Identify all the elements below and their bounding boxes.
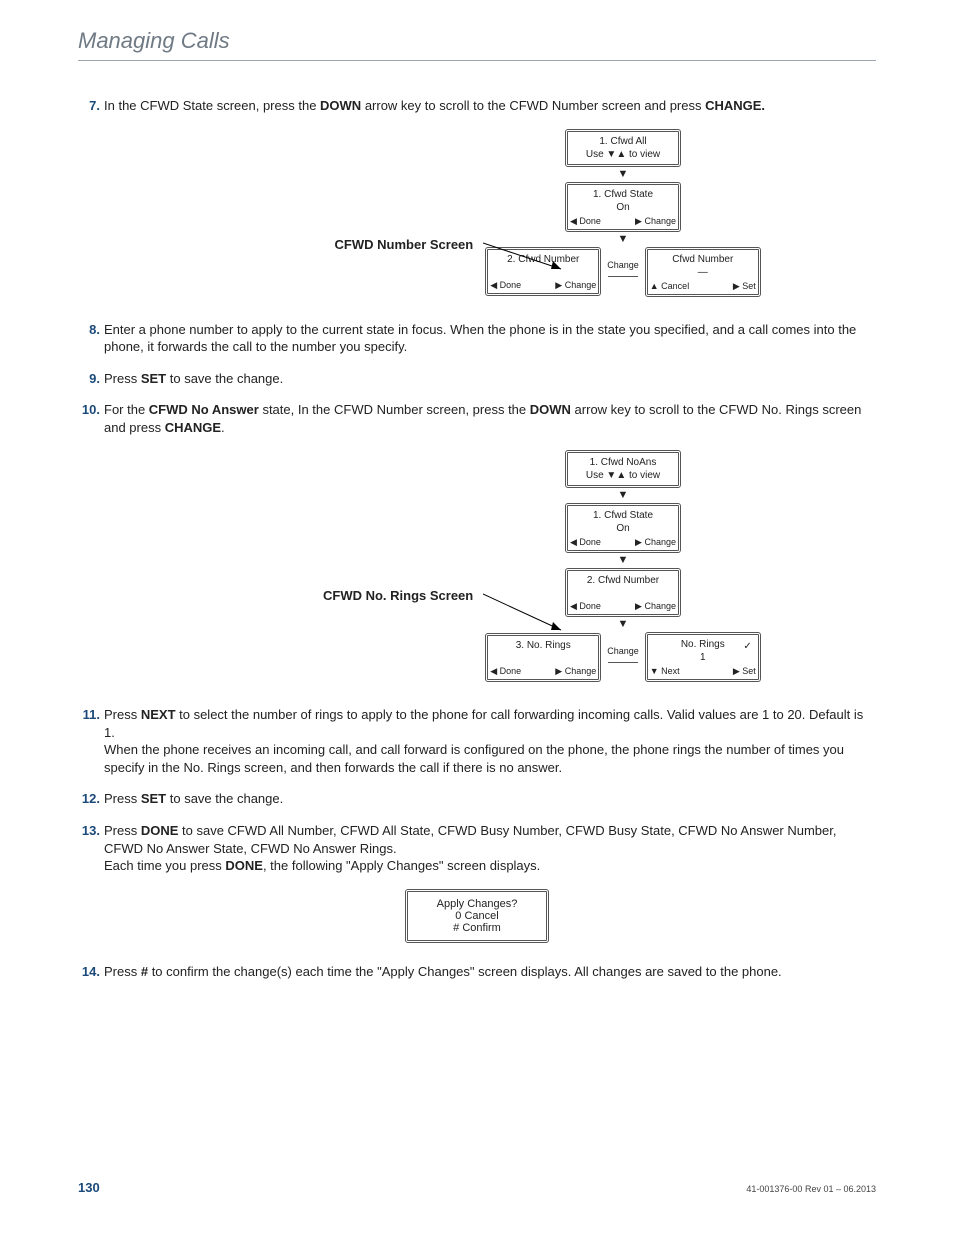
screen-cfwd-state: 1. Cfwd State On ◀ Done▶ Change [565, 503, 681, 553]
screen-cfwd-number: 2. Cfwd Number ◀ Done▶ Change [565, 568, 681, 617]
check-icon: ✓ [743, 641, 751, 652]
screen-apply-changes: Apply Changes? 0 Cancel # Confirm [405, 889, 549, 943]
change-label: Change [601, 646, 645, 656]
step-7: 7. In the CFWD State screen, press the D… [78, 97, 876, 115]
diagram-cfwd-number: CFWD Number Screen 1. Cfwd All Use ▼▲ to… [78, 129, 876, 297]
down-arrow-icon: ▼ [618, 488, 629, 503]
change-label: Change [601, 260, 645, 270]
step-8: 8. Enter a phone number to apply to the … [78, 321, 876, 356]
step-10: 10. For the CFWD No Answer state, In the… [78, 401, 876, 436]
connector-line [608, 662, 638, 663]
page-number: 130 [78, 1180, 100, 1195]
diagram-label: CFWD No. Rings Screen [323, 588, 473, 603]
step-9: 9. Press SET to save the change. [78, 370, 876, 388]
page-header: Managing Calls [78, 28, 876, 61]
down-arrow-icon: ▼ [618, 167, 629, 182]
diagram-label: CFWD Number Screen [335, 237, 474, 252]
step-text: In the CFWD State screen, press the DOWN… [104, 97, 876, 115]
screen-cfwd-all: 1. Cfwd All Use ▼▲ to view [565, 129, 681, 167]
step-12: 12. Press SET to save the change. [78, 790, 876, 808]
down-arrow-icon: ▼ [618, 232, 629, 247]
step-number: 7. [78, 97, 100, 115]
page-footer: 130 41-001376-00 Rev 01 – 06.2013 [0, 1180, 954, 1235]
screen-cfwd-number-edit: Cfwd Number — ▲ Cancel▶ Set [645, 247, 761, 297]
step-14: 14. Press # to confirm the change(s) eac… [78, 963, 876, 981]
screen-cfwd-noans: 1. Cfwd NoAns Use ▼▲ to view [565, 450, 681, 488]
screen-no-rings-edit: ✓ No. Rings 1 ▼ Next▶ Set [645, 632, 761, 682]
arrow-icon [483, 592, 573, 642]
arrow-icon [483, 241, 573, 281]
down-arrow-icon: ▼ [618, 553, 629, 568]
screen-cfwd-state: 1. Cfwd State On ◀ Done▶ Change [565, 182, 681, 232]
connector-line [608, 276, 638, 277]
diagram-cfwd-rings: CFWD No. Rings Screen 1. Cfwd NoAns Use … [78, 450, 876, 682]
document-id: 41-001376-00 Rev 01 – 06.2013 [746, 1184, 876, 1194]
step-11: 11. Press NEXT to select the number of r… [78, 706, 876, 776]
down-arrow-icon: ▼ [618, 617, 629, 632]
step-13: 13. Press DONE to save CFWD All Number, … [78, 822, 876, 875]
